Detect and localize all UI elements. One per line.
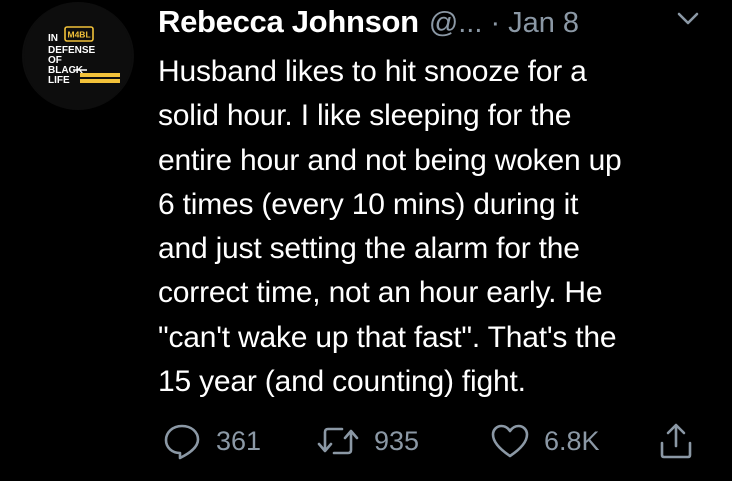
separator-dot: · <box>490 7 501 39</box>
retweet-icon <box>317 427 359 455</box>
tweet-text-line: "can't wake up that fast". That's the <box>158 320 617 354</box>
tweet-text-line: Husband likes to hit snooze for a <box>158 55 587 88</box>
like-count: 6.8K <box>544 425 600 456</box>
display-name[interactable]: Rebecca Johnson <box>158 4 419 40</box>
tweet-date[interactable]: Jan 8 <box>508 7 579 40</box>
reply-icon <box>164 424 200 460</box>
retweet-count: 935 <box>374 425 420 456</box>
share-button[interactable] <box>656 420 696 462</box>
tweet-header: Rebecca Johnson @... · Jan 8 <box>158 4 579 44</box>
reply-count: 361 <box>216 425 262 456</box>
heart-icon <box>491 424 529 458</box>
avatar-text-life: LIFE <box>48 75 70 86</box>
avatar-badge: M4BL <box>68 30 91 40</box>
reply-button[interactable]: 361 <box>162 420 261 462</box>
tweet: IN M4BL DEFENSE OF BLACK LIFE Rebecca Jo… <box>0 0 732 481</box>
more-options-button[interactable] <box>672 6 704 32</box>
avatar-stripe <box>80 79 120 83</box>
share-icon <box>660 423 692 459</box>
like-button[interactable]: 6.8K <box>490 420 600 462</box>
tweet-text-line: 15 year (and counting) fight. <box>158 365 526 399</box>
tweet-text-line: and just setting the alarm for the <box>158 232 580 266</box>
tweet-text: Husband likes to hit snooze for a solid … <box>158 50 718 404</box>
chevron-down-icon <box>677 12 699 25</box>
avatar-text-in: IN <box>48 33 58 44</box>
tweet-text-line: correct time, not an hour early. He <box>158 276 603 310</box>
tweet-text-line: 6 times (every 10 mins) during it <box>158 187 579 221</box>
tweet-text-line: solid hour. I like sleeping for the <box>158 99 572 133</box>
tweet-text-line: entire hour and not being woken up <box>158 143 622 177</box>
action-bar: 361 935 6.8K <box>158 420 708 462</box>
avatar-stripe <box>80 73 120 77</box>
avatar[interactable]: IN M4BL DEFENSE OF BLACK LIFE <box>22 2 134 110</box>
user-handle[interactable]: @... <box>429 7 483 40</box>
retweet-button[interactable]: 935 <box>316 420 419 462</box>
avatar-logo: IN M4BL DEFENSE OF BLACK LIFE <box>24 2 132 110</box>
